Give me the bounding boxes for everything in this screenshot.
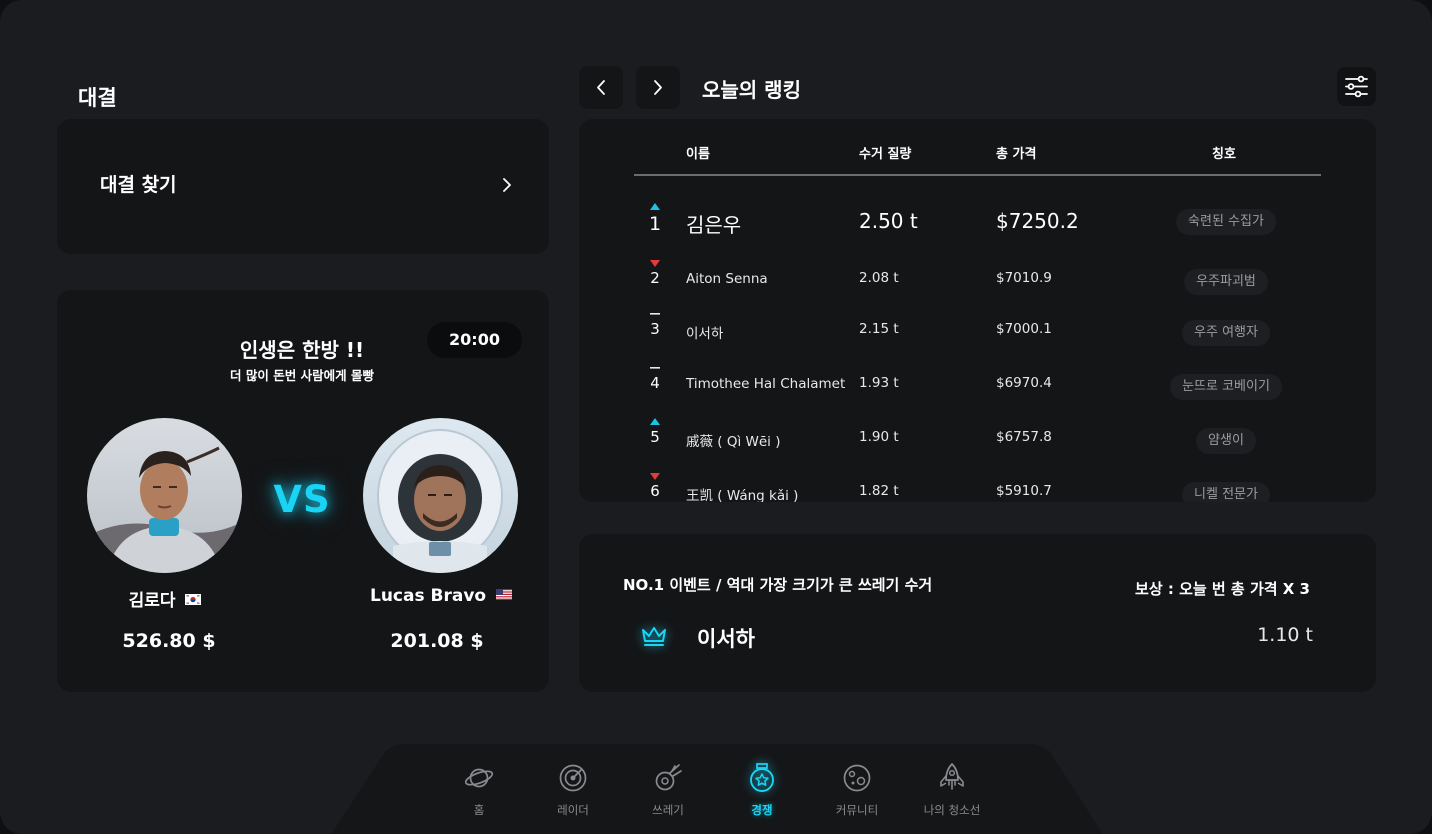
nav-radar[interactable]: 레이더 bbox=[533, 762, 613, 818]
nav-trash[interactable]: 쓰레기 bbox=[628, 762, 708, 818]
row-price: $7010.9 bbox=[996, 270, 1052, 286]
rank-number: 2 bbox=[650, 269, 660, 287]
row-name: Timothee Hal Chalamet bbox=[686, 376, 846, 392]
trend-down-icon bbox=[650, 473, 660, 480]
row-price: $6757.8 bbox=[996, 429, 1052, 445]
row-price: $5910.7 bbox=[996, 483, 1052, 499]
find-match-card[interactable]: 대결 찾기 bbox=[57, 119, 549, 254]
radar-icon bbox=[559, 764, 587, 792]
chevron-left-icon bbox=[597, 80, 605, 95]
nav-my-ship-label: 나의 청소선 bbox=[923, 803, 981, 817]
row-name: Aiton Senna bbox=[686, 271, 768, 287]
row-weight: 2.08 t bbox=[859, 270, 899, 286]
nav-competition[interactable]: 경쟁 bbox=[722, 762, 802, 818]
row-weight: 1.93 t bbox=[859, 375, 899, 391]
app-window: 대결 대결 찾기 인생은 한방 !! 더 많이 돈번 사람에게 몰빵 20:00 bbox=[0, 0, 1432, 834]
korea-flag-icon bbox=[185, 593, 202, 605]
nav-community[interactable]: 커뮤니티 bbox=[817, 762, 897, 818]
rank-number: 5 bbox=[650, 428, 660, 446]
crown-icon bbox=[642, 627, 666, 646]
rank-number: 6 bbox=[650, 482, 660, 500]
battle-card: 인생은 한방 !! 더 많이 돈번 사람에게 몰빵 20:00 VS 김로다 L… bbox=[57, 290, 549, 692]
player-left-avatar[interactable] bbox=[87, 418, 242, 573]
row-title-badge: 우주파괴범 bbox=[1184, 269, 1268, 295]
battle-section-title: 대결 bbox=[78, 86, 117, 110]
row-weight: 1.90 t bbox=[859, 429, 899, 445]
column-header-title: 칭호 bbox=[1212, 147, 1236, 162]
usa-flag-icon bbox=[496, 588, 513, 600]
player-right-name-text: Lucas Bravo bbox=[369, 586, 487, 606]
column-header-price: 총 가격 bbox=[996, 147, 1037, 162]
event-reward: 보상 : 오늘 번 총 가격 X 3 bbox=[1135, 580, 1310, 598]
ranking-title: 오늘의 랭킹 bbox=[702, 78, 801, 102]
row-title-badge: 우주 여행자 bbox=[1182, 320, 1270, 346]
prev-button[interactable] bbox=[579, 66, 623, 109]
row-weight: 2.50 t bbox=[859, 209, 918, 233]
trend-down-icon bbox=[650, 260, 660, 267]
row-title-badge: 눈뜨로 코베이기 bbox=[1170, 374, 1282, 400]
battle-timer: 20:00 bbox=[427, 322, 522, 358]
ranking-table: 이름 수거 질량 총 가격 칭호 1 김은우 2.50 t $7250.2 숙련된 수집… bbox=[579, 119, 1376, 502]
rank-number: 3 bbox=[650, 320, 660, 338]
row-price: $6970.4 bbox=[996, 375, 1052, 391]
trend-same-icon bbox=[650, 313, 660, 315]
rank-number: 1 bbox=[648, 213, 662, 235]
chevron-right-icon bbox=[503, 178, 511, 192]
nav-home[interactable]: 홈 bbox=[439, 762, 519, 818]
row-weight: 1.82 t bbox=[859, 483, 899, 499]
nav-competition-label: 경쟁 bbox=[751, 803, 773, 817]
row-price: $7000.1 bbox=[996, 321, 1052, 337]
find-match-label: 대결 찾기 bbox=[100, 174, 177, 196]
battle-subline: 더 많이 돈번 사람에게 몰빵 bbox=[230, 368, 374, 383]
event-winner-name: 이서하 bbox=[697, 627, 755, 651]
player-left-amount: 526.80 $ bbox=[122, 630, 216, 652]
event-headline: NO.1 이벤트 / 역대 가장 크기가 큰 쓰레기 수거 bbox=[623, 576, 933, 594]
player-left-name-text: 김로다 bbox=[128, 591, 176, 611]
rank-number: 4 bbox=[650, 374, 660, 392]
column-header-name: 이름 bbox=[686, 147, 710, 162]
player-left-photo bbox=[87, 418, 242, 573]
player-right-photo bbox=[363, 418, 518, 573]
row-name: 김은우 bbox=[686, 213, 742, 237]
row-name: 王凯 ( Wáng kǎi ) bbox=[686, 488, 799, 502]
column-header-weight: 수거 질량 bbox=[859, 147, 912, 162]
bottom-nav: 홈 레이더 쓰레기 경쟁 커뮤니티 나의 청소선 bbox=[330, 744, 1103, 834]
sliders-icon bbox=[1345, 75, 1368, 98]
nav-radar-label: 레이더 bbox=[557, 803, 589, 817]
rocket-icon bbox=[940, 763, 964, 790]
header-divider bbox=[634, 174, 1321, 176]
vs-label: VS bbox=[273, 478, 331, 521]
chevron-right-icon bbox=[654, 80, 662, 95]
trend-up-icon bbox=[650, 418, 660, 425]
event-card: NO.1 이벤트 / 역대 가장 크기가 큰 쓰레기 수거 보상 : 오늘 번 … bbox=[579, 534, 1376, 692]
row-title-badge: 니켈 전문가 bbox=[1182, 482, 1270, 502]
player-right-name: Lucas Bravo bbox=[341, 586, 541, 606]
moon-icon bbox=[843, 764, 871, 792]
comet-icon bbox=[655, 764, 682, 791]
row-title-badge: 숙련된 수집가 bbox=[1176, 209, 1276, 235]
row-weight: 2.15 t bbox=[859, 321, 899, 337]
next-button[interactable] bbox=[636, 66, 680, 109]
row-name: 이서하 bbox=[686, 326, 724, 342]
event-winner-value: 1.10 t bbox=[1257, 624, 1313, 646]
row-title-badge: 얌생이 bbox=[1196, 428, 1256, 454]
row-name: 戚薇 ( Qì Wēi ) bbox=[686, 434, 781, 450]
filter-button[interactable] bbox=[1337, 67, 1376, 106]
player-right-avatar[interactable] bbox=[363, 418, 518, 573]
nav-my-ship[interactable]: 나의 청소선 bbox=[912, 762, 992, 818]
player-right-amount: 201.08 $ bbox=[390, 630, 484, 652]
nav-home-label: 홈 bbox=[473, 803, 485, 817]
planet-icon bbox=[464, 768, 494, 788]
medal-icon bbox=[750, 763, 774, 792]
row-price: $7250.2 bbox=[996, 209, 1079, 233]
player-left-name: 김로다 bbox=[65, 586, 265, 611]
nav-community-label: 커뮤니티 bbox=[835, 803, 879, 817]
trend-up-icon bbox=[650, 203, 660, 210]
nav-trash-label: 쓰레기 bbox=[652, 803, 684, 817]
trend-same-icon bbox=[650, 367, 660, 369]
